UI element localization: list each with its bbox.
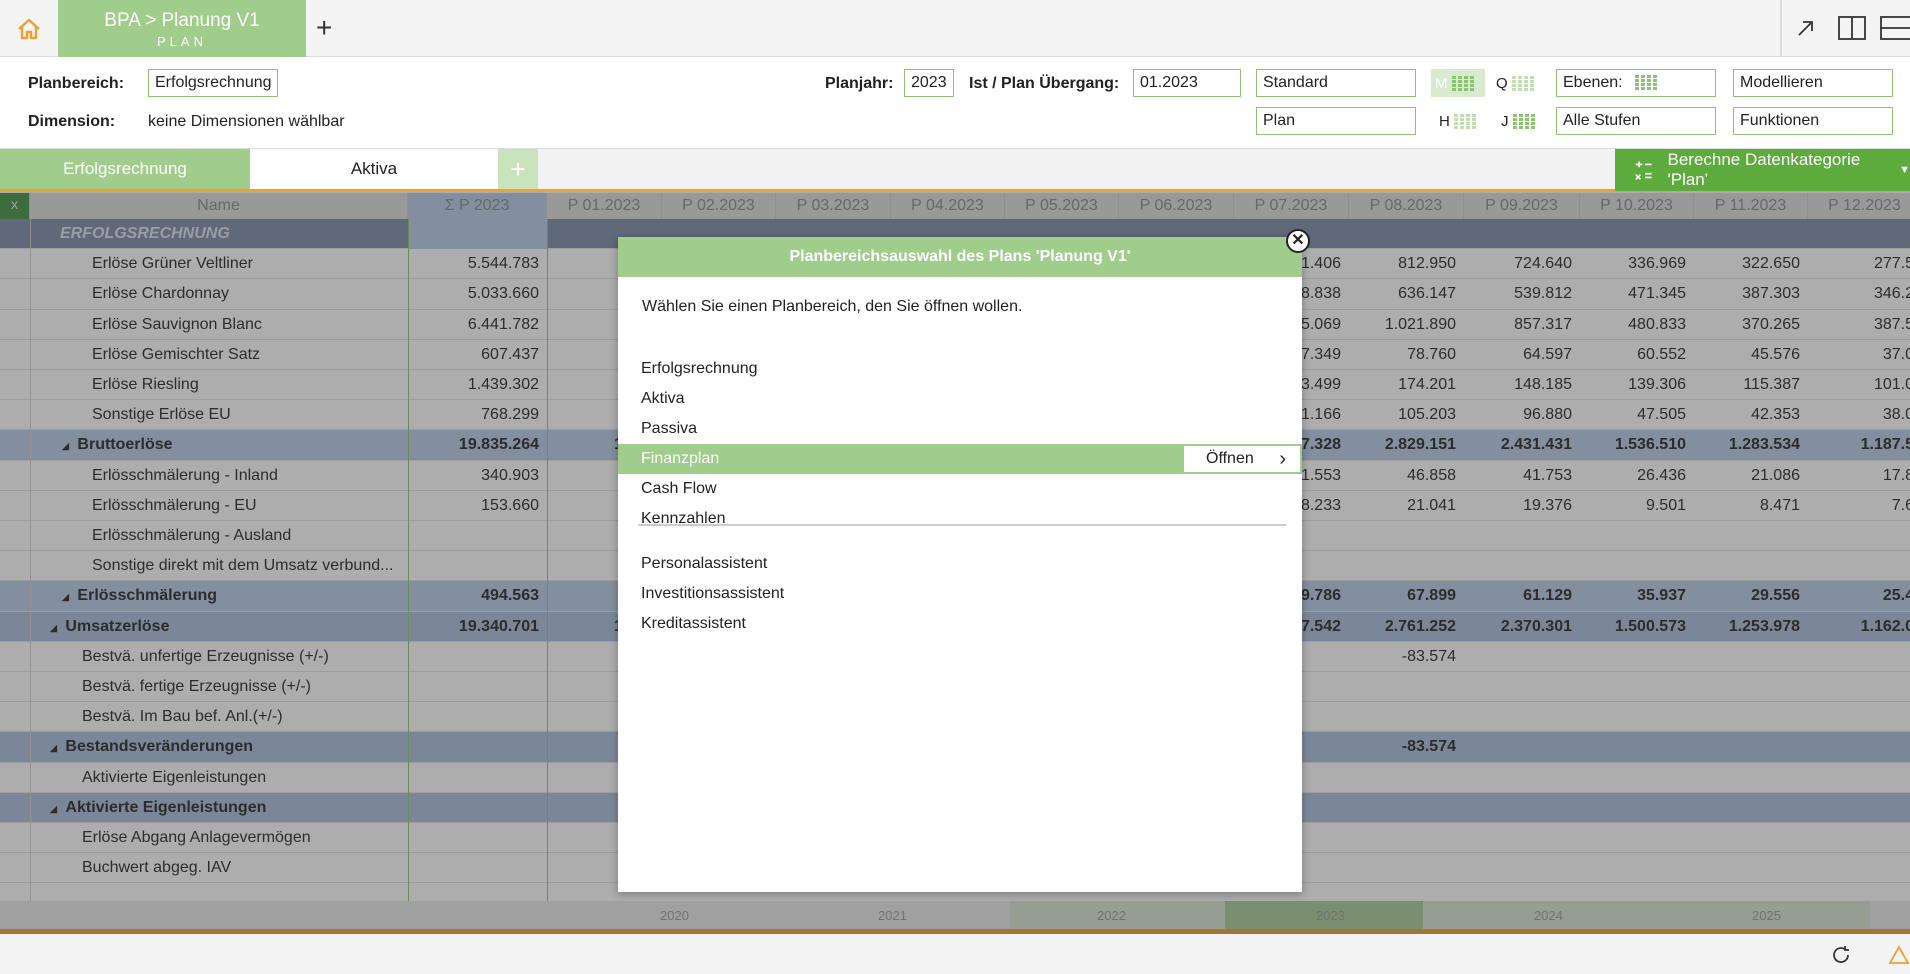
uebergang-label: Ist / Plan Übergang: (969, 75, 1120, 92)
assistant-item[interactable]: Kreditassistent (618, 609, 1302, 639)
open-button[interactable]: Öffnen › (1184, 446, 1300, 472)
backdrop-top (0, 149, 1910, 191)
uebergang-field[interactable]: 01.2023 (1133, 69, 1241, 97)
period-q-toggle[interactable]: Q (1494, 69, 1538, 97)
planbereich-item[interactable]: Aktiva (618, 384, 1302, 414)
plan-tab[interactable]: BPA > Planung V1 PLAN (58, 0, 306, 57)
grid-icon (1512, 114, 1537, 131)
ebenen-label: Ebenen: (1563, 74, 1623, 91)
dialog-title: Planbereichsauswahl des Plans 'Planung V… (618, 237, 1302, 277)
status-bar (0, 934, 1910, 974)
plan-header: Planbereich: Erfolgsrechnung Dimension: … (0, 57, 1910, 149)
dimension-label: Dimension: (28, 113, 116, 130)
levels-icon (1635, 74, 1682, 91)
planjahr-label: Planjahr: (825, 75, 894, 92)
period-m-toggle[interactable]: M (1431, 69, 1485, 97)
dimension-value: keine Dimensionen wählbar (148, 113, 345, 130)
assistant-item[interactable]: Personalassistent (618, 549, 1302, 579)
period-h-label: H (1439, 113, 1450, 130)
divider (1780, 0, 1782, 57)
planjahr-field[interactable]: 2023 (904, 69, 954, 97)
period-j-label: J (1501, 113, 1509, 130)
planbereich-item[interactable]: Passiva (618, 414, 1302, 444)
add-tab-button[interactable]: + (316, 12, 332, 44)
arrow-up-right-icon (1798, 21, 1813, 36)
standard-dropdown[interactable]: Standard (1256, 69, 1416, 97)
planbereich-item-label: Erfolgsrechnung (641, 360, 758, 377)
plan-tab-title: BPA > Planung V1 (104, 10, 260, 31)
chevron-right-icon: › (1279, 448, 1286, 470)
planbereich-item[interactable]: Finanzplan Öffnen › (618, 444, 1302, 474)
planbereich-item-label: Cash Flow (641, 480, 717, 497)
planbereich-item-label: Aktiva (641, 390, 685, 407)
period-h-toggle[interactable]: H (1437, 107, 1485, 135)
open-button-label: Öffnen (1206, 450, 1254, 467)
split-vertical-icon (1838, 16, 1866, 40)
split-horizontal-icon (1880, 16, 1910, 40)
split-vertical-button[interactable] (1834, 10, 1870, 46)
modellieren-dropdown[interactable]: Modellieren (1733, 69, 1893, 97)
assistant-item[interactable]: Investitionsassistent (618, 579, 1302, 609)
planbereich-dialog: Planbereichsauswahl des Plans 'Planung V… (618, 237, 1302, 892)
planbereich-item[interactable]: Cash Flow (618, 474, 1302, 504)
dialog-prompt: Wählen Sie einen Planbereich, den Sie öf… (642, 298, 1023, 315)
refresh-icon[interactable] (1830, 944, 1852, 966)
plan-dropdown[interactable]: Plan (1256, 107, 1416, 135)
warning-icon[interactable] (1888, 944, 1910, 966)
planbereich-item-label: Passiva (641, 420, 698, 437)
grid-icon (1511, 76, 1536, 93)
expand-button[interactable] (1788, 10, 1824, 46)
home-icon (18, 18, 40, 39)
planbereich-item[interactable]: Kennzahlen (618, 504, 1302, 534)
funktionen-dropdown[interactable]: Funktionen (1733, 107, 1893, 135)
planbereich-field[interactable]: Erfolgsrechnung (148, 69, 278, 97)
ebenen-field[interactable]: Ebenen: (1556, 69, 1716, 97)
planbereich-item[interactable]: Erfolgsrechnung (618, 354, 1302, 384)
split-horizontal-button[interactable] (1876, 10, 1910, 46)
close-icon: ✕ (1291, 232, 1305, 249)
divider (638, 524, 1286, 526)
planbereich-label: Planbereich: (28, 75, 125, 92)
home-button[interactable] (0, 0, 58, 57)
close-button[interactable]: ✕ (1286, 229, 1310, 253)
period-j-toggle[interactable]: J (1499, 107, 1543, 135)
period-q-label: Q (1496, 75, 1508, 92)
period-m-label: M (1435, 75, 1448, 92)
planbereich-item-label: Finanzplan (641, 450, 720, 467)
grid-icon (1454, 114, 1479, 131)
plan-tab-subtitle: PLAN (157, 34, 207, 49)
alle-stufen-dropdown[interactable]: Alle Stufen (1556, 107, 1716, 135)
grid-icon (1451, 76, 1476, 93)
